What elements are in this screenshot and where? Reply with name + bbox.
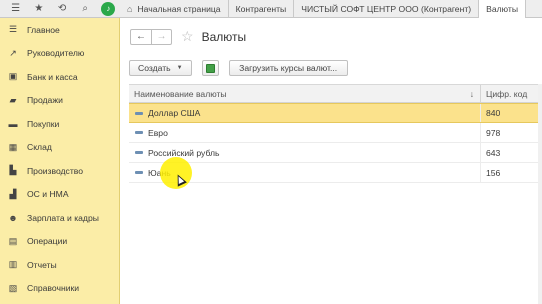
item-icon	[135, 171, 143, 174]
table-row[interactable]: Евро 978	[129, 123, 542, 143]
warehouse-icon: ▦	[8, 141, 18, 152]
sidebar: ☰ Главное ↗ Руководителю ▣ Банк и касса ▰ Пр…	[0, 18, 120, 304]
cart-icon: ▬	[8, 118, 18, 129]
menu-icon: ☰	[8, 24, 18, 35]
sidebar-item-management[interactable]: ↗ Руководителю	[0, 42, 119, 66]
top-bar: ☰ ★ ⟲ ⌕ ♪ ⌂ Начальная страница Контрагент…	[0, 0, 542, 18]
table-row[interactable]: Доллар США 840	[129, 103, 542, 123]
forward-button[interactable]: →	[151, 29, 171, 44]
favorite-star-icon[interactable]: ☆	[181, 28, 194, 45]
home-icon: ⌂	[127, 4, 133, 14]
header-row: ← → ☆ Валюты	[130, 28, 246, 45]
table-row[interactable]: Российский рубль 643	[129, 143, 542, 163]
sidebar-item-reports[interactable]: ▥ Отчеты	[0, 253, 119, 277]
person-icon: ☻	[8, 212, 18, 223]
toolbar-icons: ☰ ★ ⟲ ⌕ ♪	[0, 0, 120, 17]
item-icon	[135, 111, 143, 115]
sidebar-item-production[interactable]: ▙ Производство	[0, 159, 119, 183]
nav-buttons: ← →	[130, 28, 172, 45]
star-icon[interactable]: ★	[27, 0, 50, 18]
tab-counterparty-card[interactable]: ЧИСТЫЙ СОФТ ЦЕНТР ООО (Контрагент)	[294, 0, 480, 18]
back-button[interactable]: ←	[131, 30, 151, 44]
item-icon	[135, 151, 143, 154]
page-title: Валюты	[201, 29, 247, 44]
create-button[interactable]: Создать ▼	[129, 60, 192, 76]
sort-down-icon: ↓	[469, 88, 474, 99]
menu-icon[interactable]: ☰	[4, 0, 27, 18]
sidebar-item-sales[interactable]: ▰ Продажи	[0, 89, 119, 113]
refresh-icon	[205, 63, 215, 73]
sidebar-item-purchases[interactable]: ▬ Покупки	[0, 112, 119, 136]
load-rates-button[interactable]: Загрузить курсы валют...	[228, 60, 348, 76]
report-icon: ▥	[8, 259, 18, 270]
sidebar-item-bank[interactable]: ▣ Банк и касса	[0, 65, 119, 89]
item-icon	[135, 131, 143, 134]
factory-icon: ▙	[9, 165, 17, 176]
bell-icon[interactable]: ♪	[97, 0, 120, 18]
gear-icon: ▤	[8, 235, 18, 246]
table-header: Наименование валюты ↓ Цифр. код	[129, 85, 542, 103]
tab-counterparties[interactable]: Контрагенты	[229, 0, 295, 18]
sidebar-item-assets[interactable]: ▟ ОС и НМА	[0, 183, 119, 207]
sidebar-item-operations[interactable]: ▤ Операции	[0, 230, 119, 254]
sidebar-item-salary[interactable]: ☻ Зарплата и кадры	[0, 206, 119, 230]
tab-home[interactable]: ⌂ Начальная страница	[120, 0, 229, 18]
book-icon: ▧	[8, 282, 18, 293]
history-icon[interactable]: ⟲	[50, 0, 73, 18]
refresh-button[interactable]	[201, 60, 219, 76]
chart-icon: ↗	[9, 47, 17, 58]
sidebar-item-catalogs[interactable]: ▧ Справочники	[0, 277, 119, 301]
bag-icon: ▰	[9, 94, 17, 105]
tab-currencies[interactable]: Валюты	[479, 0, 527, 18]
sidebar-item-main[interactable]: ☰ Главное	[0, 18, 119, 42]
sidebar-item-warehouse[interactable]: ▦ Склад	[0, 136, 119, 160]
column-header-code[interactable]: Цифр. код	[481, 85, 542, 102]
column-header-name[interactable]: Наименование валюты ↓	[129, 85, 481, 102]
form-toolbar: Создать ▼ Загрузить курсы валют...	[129, 60, 348, 76]
chevron-down-icon: ▼	[176, 65, 183, 71]
truck-icon: ▟	[9, 188, 17, 199]
search-icon[interactable]: ⌕	[74, 0, 97, 18]
bank-icon: ▣	[8, 71, 18, 82]
scrollbar[interactable]	[538, 84, 542, 304]
